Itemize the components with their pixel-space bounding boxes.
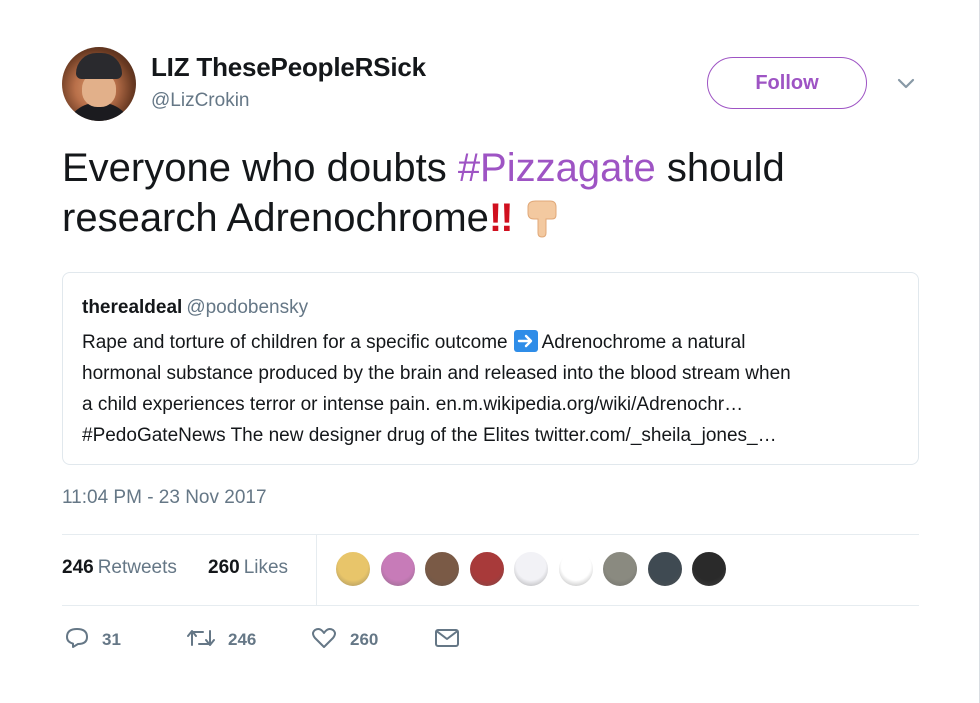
quoted-tweet-text: Rape and torture of children for a speci… (82, 327, 912, 451)
likes-label: Likes (243, 557, 289, 578)
chevron-down-icon[interactable] (894, 74, 918, 94)
liker-avatar-4[interactable] (467, 550, 506, 588)
quoted-tweet[interactable]: therealdeal @podobensky Rape and torture … (62, 272, 919, 465)
divider (316, 534, 317, 605)
retweets-label: Retweets (97, 557, 177, 578)
quoted-line4: #PedoGateNews The new designer drug of t… (82, 425, 777, 446)
quoted-tweet-header: therealdeal @podobensky (82, 297, 308, 319)
quoted-author-handle: @podobensky (186, 297, 309, 318)
liker-avatar-1[interactable] (334, 550, 372, 588)
hashtag-link[interactable]: #Pizzagate (458, 146, 656, 190)
quoted-line3: a child experiences terror or intense pa… (82, 394, 744, 415)
retweet-icon (186, 626, 216, 655)
pointing-down-emoji-icon (522, 197, 562, 239)
liker-avatar-8[interactable] (645, 550, 684, 588)
quoted-line2: hormonal substance produced by the brain… (82, 363, 791, 384)
liker-avatar-7[interactable] (601, 550, 639, 588)
likes-stat[interactable]: 260 Likes (208, 557, 288, 579)
tweet-text-part1: Everyone who doubts (62, 146, 458, 190)
author-handle[interactable]: @LizCrokin (151, 90, 249, 112)
heart-icon (310, 626, 338, 655)
reply-icon (64, 626, 90, 655)
tweet-text: Everyone who doubts #Pizzagate should re… (62, 143, 942, 243)
tweet-card: LIZ ThesePeopleRSick @LizCrokin Follow E… (0, 0, 980, 703)
liker-avatar-3[interactable] (423, 550, 461, 588)
divider (62, 605, 919, 606)
reply-count: 31 (102, 630, 121, 649)
liker-avatar-9[interactable] (690, 550, 728, 588)
quoted-line1b: Adrenochrome a natural (541, 332, 746, 353)
retweets-count: 246 (62, 557, 94, 578)
right-arrow-emoji-icon (513, 330, 538, 352)
double-exclamation-emoji: !! (488, 196, 514, 240)
like-count: 260 (350, 630, 379, 649)
liker-avatar-6[interactable] (556, 550, 595, 588)
likes-count: 260 (208, 557, 240, 578)
tweet-timestamp[interactable]: 11:04 PM - 23 Nov 2017 (62, 487, 267, 509)
author-display-name[interactable]: LIZ ThesePeopleRSick (151, 52, 426, 83)
divider (62, 534, 919, 535)
retweet-count: 246 (228, 630, 257, 649)
retweets-stat[interactable]: 246 Retweets (62, 557, 177, 579)
liker-avatar-5[interactable] (512, 550, 550, 588)
reply-button[interactable]: 31 (64, 626, 121, 654)
like-button[interactable]: 260 (310, 626, 378, 654)
quoted-line1a: Rape and torture of children for a speci… (82, 332, 508, 353)
quoted-author-name: therealdeal (82, 297, 183, 318)
envelope-icon (433, 626, 461, 655)
follow-button[interactable]: Follow (707, 57, 867, 109)
liker-avatar-2[interactable] (378, 550, 417, 588)
direct-message-button[interactable] (433, 626, 461, 654)
retweet-button[interactable]: 246 (186, 626, 256, 654)
author-avatar[interactable] (62, 47, 136, 121)
